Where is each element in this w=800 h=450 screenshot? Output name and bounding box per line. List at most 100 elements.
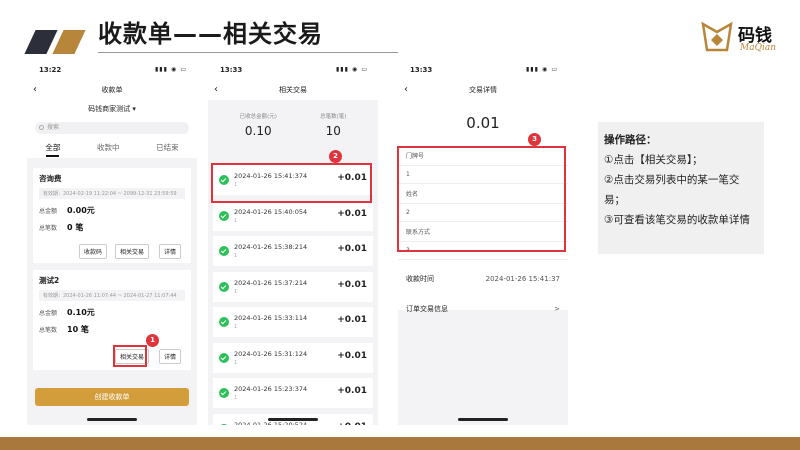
transaction-amount: +0.01	[337, 386, 367, 396]
page-title: 收款单——相关交易	[98, 20, 323, 48]
title-underline	[98, 52, 398, 53]
transaction-sub: 1	[234, 217, 238, 224]
phone-receipt-list: 13:22 ▮▮▮ ◉ ▭ ‹ 收款单 码钱商家测试 ▾ 搜索 全部 收款中 已…	[27, 60, 197, 425]
transaction-time: 2024-01-26 15:38:214	[234, 243, 308, 251]
instruction-step: ③可查看该笔交易的收款单详情	[604, 214, 750, 226]
tab-in-progress[interactable]: 收款中	[97, 142, 120, 153]
card-title: 测试2	[39, 276, 60, 285]
instruction-step: ②点击交易列表中的某一笔交易；	[604, 174, 740, 206]
transaction-sub: 1	[234, 253, 238, 259]
transaction-amount: +0.01	[337, 422, 367, 426]
header-decor-gold	[52, 30, 86, 54]
details-button[interactable]: 详情	[159, 349, 182, 364]
brand-logo: 码钱 MaQian	[700, 18, 790, 62]
transaction-sub: 1	[234, 288, 238, 295]
tab-all[interactable]: 全部	[45, 142, 60, 157]
transaction-sub: 1	[234, 359, 238, 366]
search-input[interactable]: 搜索	[35, 122, 189, 134]
transaction-amount: +0.01	[337, 315, 367, 325]
step-marker-3: 3	[528, 133, 541, 146]
card-title: 咨询费	[39, 174, 62, 183]
related-transactions-button[interactable]: 相关交易	[115, 244, 150, 259]
highlight-box-3	[397, 146, 566, 252]
instructions-panel: 操作路径： ①点击【相关交易】； ②点击交易列表中的某一笔交易； ③可查看该笔交…	[598, 122, 764, 254]
transaction-row[interactable]: 2024-01-26 15:38:214 1 +0.01	[213, 236, 373, 266]
receipt-card[interactable]: 咨询费 有效期：2024-02-19 11:22:04 ~ 2099-12-31…	[33, 168, 191, 263]
tab-ended[interactable]: 已结束	[156, 142, 179, 153]
status-time: 13:22	[39, 66, 62, 74]
card-amount: 总金额 0.00元	[39, 206, 95, 215]
transaction-time: 2024-01-26 15:40:054	[234, 207, 308, 216]
transaction-row[interactable]: 2024-01-26 15:31:124 1 +0.01	[213, 342, 373, 373]
status-time: 13:33	[220, 66, 243, 74]
status-icons: ▮▮▮ ◉ ▭	[336, 66, 368, 73]
home-indicator	[87, 418, 137, 421]
header-decor-dark	[24, 30, 58, 54]
wechat-pay-icon	[219, 210, 229, 221]
step-marker-1: 1	[146, 334, 159, 347]
wechat-pay-icon	[219, 317, 229, 327]
status-icons: ▮▮▮ ◉ ▭	[526, 66, 558, 73]
transaction-amount: +0.01	[337, 208, 367, 219]
search-placeholder: 搜索	[47, 124, 60, 131]
nav-bar: ‹ 收款单	[27, 80, 197, 100]
status-time: 13:33	[410, 66, 433, 74]
card-amount: 总金额 0.10元	[39, 308, 95, 317]
status-bar: 13:33 ▮▮▮ ◉ ▭	[208, 60, 378, 80]
pay-time: 2024-01-26 15:41:37	[485, 275, 560, 283]
transaction-amount: +0.01	[337, 244, 367, 254]
order-info-row[interactable]: 订单交易信息 >	[398, 294, 568, 324]
transaction-time: 2024-01-26 15:33:114	[234, 314, 308, 322]
back-arrow-icon[interactable]: ‹	[404, 80, 408, 100]
step-marker-2: 2	[329, 150, 342, 163]
nav-title: 交易详情	[469, 86, 497, 94]
transaction-row[interactable]: 2024-01-26 15:33:114 1 +0.01	[213, 307, 373, 337]
transaction-row[interactable]: 2024-01-26 15:23:374 1 +0.01	[213, 378, 373, 408]
wechat-pay-icon	[219, 281, 229, 292]
nav-bar: ‹ 交易详情	[398, 80, 568, 100]
phone-related-transactions: 13:33 ▮▮▮ ◉ ▭ ‹ 相关交易 已收总金额(元) 0.10 总笔数(笔…	[208, 60, 378, 425]
transaction-sub: 1	[234, 324, 238, 330]
transaction-time: 2024-01-26 15:31:124	[234, 349, 308, 358]
transaction-time: 2024-01-26 15:20:524	[234, 420, 308, 426]
wechat-pay-icon	[219, 423, 229, 425]
merchant-selector[interactable]: 码钱商家测试 ▾	[27, 100, 197, 118]
card-count: 总笔数 0 笔	[39, 223, 84, 232]
back-arrow-icon[interactable]: ‹	[214, 80, 218, 100]
create-receipt-button[interactable]: 创建收款单	[35, 388, 189, 406]
home-indicator	[458, 418, 508, 421]
transaction-sub: 1	[234, 395, 238, 401]
wechat-pay-icon	[219, 388, 229, 398]
transaction-time: 2024-01-26 15:37:214	[234, 278, 308, 287]
highlight-box-1	[113, 345, 147, 367]
transaction-row[interactable]: 2024-01-26 15:40:054 1 +0.01	[213, 200, 373, 231]
qr-code-button[interactable]: 收款码	[79, 244, 108, 259]
transaction-amount: 0.01	[466, 114, 500, 132]
logo-text-en: MaQian	[740, 43, 776, 53]
instruction-step: ①点击【相关交易】；	[604, 154, 703, 166]
status-bar: 13:22 ▮▮▮ ◉ ▭	[27, 60, 197, 80]
card-period: 有效期：2024-02-19 11:22:04 ~ 2099-12-31 23:…	[39, 188, 185, 199]
instructions-title: 操作路径：	[604, 134, 657, 146]
search-icon	[39, 125, 44, 130]
pay-time-row: 收款时间 2024-01-26 15:41:37	[398, 264, 568, 294]
nav-title: 收款单	[101, 86, 123, 94]
logo-icon	[701, 21, 733, 52]
footer-bar	[0, 437, 800, 450]
receipt-card[interactable]: 测试2 有效期：2024-01-26 11:07:44 ~ 2024-01-27…	[33, 270, 191, 370]
status-bar: 13:33 ▮▮▮ ◉ ▭	[398, 60, 568, 80]
card-count: 总笔数 10 笔	[39, 325, 89, 334]
status-tabs: 全部 收款中 已结束	[27, 138, 197, 158]
nav-title: 相关交易	[279, 86, 307, 94]
wechat-pay-icon	[219, 246, 229, 256]
highlight-box-2	[211, 163, 372, 203]
transaction-amount: +0.01	[337, 350, 367, 361]
back-arrow-icon[interactable]: ‹	[33, 80, 37, 100]
nav-bar: ‹ 相关交易	[208, 80, 378, 100]
details-button[interactable]: 详情	[159, 244, 182, 259]
transaction-row[interactable]: 2024-01-26 15:37:214 1 +0.01	[213, 271, 373, 302]
transaction-amount: +0.01	[337, 279, 367, 290]
chevron-right-icon: >	[554, 305, 560, 313]
card-period: 有效期：2024-01-26 11:07:44 ~ 2024-01-27 11:…	[39, 290, 185, 301]
wechat-pay-icon	[219, 352, 229, 363]
